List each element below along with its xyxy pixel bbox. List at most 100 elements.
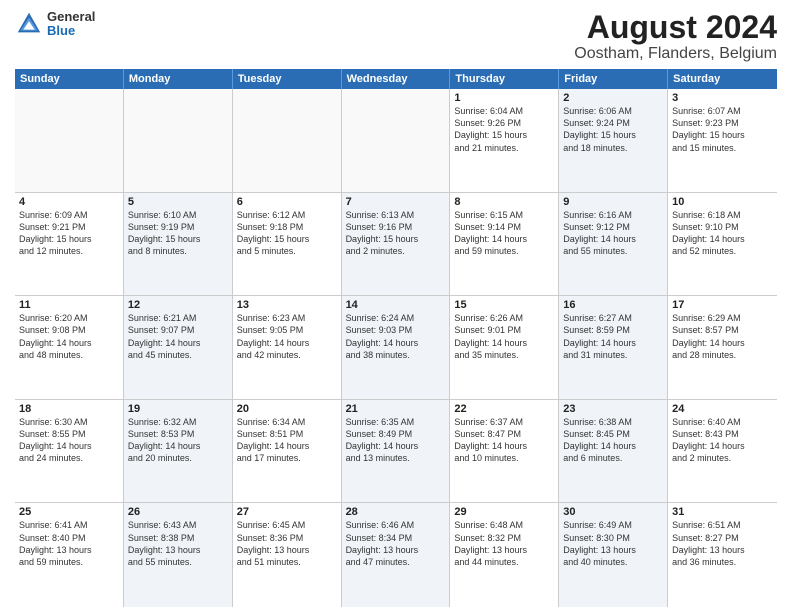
day-number: 15 bbox=[454, 299, 554, 311]
day-number: 31 bbox=[672, 506, 773, 518]
calendar-cell: 3Sunrise: 6:07 AMSunset: 9:23 PMDaylight… bbox=[668, 89, 777, 192]
day-number: 19 bbox=[128, 403, 228, 415]
header: General Blue August 2024 Oostham, Flande… bbox=[15, 10, 777, 63]
calendar-cell: 7Sunrise: 6:13 AMSunset: 9:16 PMDaylight… bbox=[342, 193, 451, 296]
cell-info: Sunrise: 6:37 AMSunset: 8:47 PMDaylight:… bbox=[454, 416, 554, 465]
calendar: SundayMondayTuesdayWednesdayThursdayFrid… bbox=[15, 69, 777, 607]
day-number: 20 bbox=[237, 403, 337, 415]
calendar-cell: 27Sunrise: 6:45 AMSunset: 8:36 PMDayligh… bbox=[233, 503, 342, 607]
logo-general: General bbox=[47, 10, 95, 24]
calendar-body: 1Sunrise: 6:04 AMSunset: 9:26 PMDaylight… bbox=[15, 89, 777, 607]
weekday-header: Friday bbox=[559, 69, 668, 89]
calendar-cell: 11Sunrise: 6:20 AMSunset: 9:08 PMDayligh… bbox=[15, 296, 124, 399]
cell-info: Sunrise: 6:41 AMSunset: 8:40 PMDaylight:… bbox=[19, 519, 119, 568]
cell-info: Sunrise: 6:30 AMSunset: 8:55 PMDaylight:… bbox=[19, 416, 119, 465]
cell-info: Sunrise: 6:13 AMSunset: 9:16 PMDaylight:… bbox=[346, 209, 446, 258]
weekday-header: Monday bbox=[124, 69, 233, 89]
calendar-cell: 21Sunrise: 6:35 AMSunset: 8:49 PMDayligh… bbox=[342, 400, 451, 503]
day-number: 16 bbox=[563, 299, 663, 311]
cell-info: Sunrise: 6:06 AMSunset: 9:24 PMDaylight:… bbox=[563, 105, 663, 154]
calendar-cell: 23Sunrise: 6:38 AMSunset: 8:45 PMDayligh… bbox=[559, 400, 668, 503]
calendar-cell: 16Sunrise: 6:27 AMSunset: 8:59 PMDayligh… bbox=[559, 296, 668, 399]
cell-info: Sunrise: 6:40 AMSunset: 8:43 PMDaylight:… bbox=[672, 416, 773, 465]
cell-info: Sunrise: 6:34 AMSunset: 8:51 PMDaylight:… bbox=[237, 416, 337, 465]
calendar-cell: 1Sunrise: 6:04 AMSunset: 9:26 PMDaylight… bbox=[450, 89, 559, 192]
calendar-cell: 8Sunrise: 6:15 AMSunset: 9:14 PMDaylight… bbox=[450, 193, 559, 296]
cell-info: Sunrise: 6:35 AMSunset: 8:49 PMDaylight:… bbox=[346, 416, 446, 465]
day-number: 5 bbox=[128, 196, 228, 208]
calendar-cell: 22Sunrise: 6:37 AMSunset: 8:47 PMDayligh… bbox=[450, 400, 559, 503]
calendar-cell bbox=[233, 89, 342, 192]
calendar-week: 4Sunrise: 6:09 AMSunset: 9:21 PMDaylight… bbox=[15, 193, 777, 297]
calendar-week: 25Sunrise: 6:41 AMSunset: 8:40 PMDayligh… bbox=[15, 503, 777, 607]
day-number: 18 bbox=[19, 403, 119, 415]
calendar-cell: 26Sunrise: 6:43 AMSunset: 8:38 PMDayligh… bbox=[124, 503, 233, 607]
day-number: 24 bbox=[672, 403, 773, 415]
cell-info: Sunrise: 6:21 AMSunset: 9:07 PMDaylight:… bbox=[128, 312, 228, 361]
calendar-cell bbox=[124, 89, 233, 192]
calendar-cell: 15Sunrise: 6:26 AMSunset: 9:01 PMDayligh… bbox=[450, 296, 559, 399]
cell-info: Sunrise: 6:26 AMSunset: 9:01 PMDaylight:… bbox=[454, 312, 554, 361]
calendar-cell: 5Sunrise: 6:10 AMSunset: 9:19 PMDaylight… bbox=[124, 193, 233, 296]
cell-info: Sunrise: 6:16 AMSunset: 9:12 PMDaylight:… bbox=[563, 209, 663, 258]
logo: General Blue bbox=[15, 10, 95, 39]
day-number: 27 bbox=[237, 506, 337, 518]
day-number: 29 bbox=[454, 506, 554, 518]
page-title: August 2024 bbox=[574, 10, 777, 45]
cell-info: Sunrise: 6:29 AMSunset: 8:57 PMDaylight:… bbox=[672, 312, 773, 361]
calendar-header: SundayMondayTuesdayWednesdayThursdayFrid… bbox=[15, 69, 777, 89]
day-number: 13 bbox=[237, 299, 337, 311]
logo-icon bbox=[15, 10, 43, 38]
day-number: 22 bbox=[454, 403, 554, 415]
calendar-cell: 14Sunrise: 6:24 AMSunset: 9:03 PMDayligh… bbox=[342, 296, 451, 399]
cell-info: Sunrise: 6:20 AMSunset: 9:08 PMDaylight:… bbox=[19, 312, 119, 361]
cell-info: Sunrise: 6:09 AMSunset: 9:21 PMDaylight:… bbox=[19, 209, 119, 258]
day-number: 10 bbox=[672, 196, 773, 208]
day-number: 2 bbox=[563, 92, 663, 104]
cell-info: Sunrise: 6:45 AMSunset: 8:36 PMDaylight:… bbox=[237, 519, 337, 568]
day-number: 6 bbox=[237, 196, 337, 208]
day-number: 12 bbox=[128, 299, 228, 311]
cell-info: Sunrise: 6:48 AMSunset: 8:32 PMDaylight:… bbox=[454, 519, 554, 568]
day-number: 17 bbox=[672, 299, 773, 311]
day-number: 9 bbox=[563, 196, 663, 208]
cell-info: Sunrise: 6:24 AMSunset: 9:03 PMDaylight:… bbox=[346, 312, 446, 361]
calendar-cell: 20Sunrise: 6:34 AMSunset: 8:51 PMDayligh… bbox=[233, 400, 342, 503]
day-number: 1 bbox=[454, 92, 554, 104]
calendar-cell bbox=[15, 89, 124, 192]
day-number: 26 bbox=[128, 506, 228, 518]
calendar-cell: 30Sunrise: 6:49 AMSunset: 8:30 PMDayligh… bbox=[559, 503, 668, 607]
day-number: 3 bbox=[672, 92, 773, 104]
cell-info: Sunrise: 6:38 AMSunset: 8:45 PMDaylight:… bbox=[563, 416, 663, 465]
day-number: 30 bbox=[563, 506, 663, 518]
day-number: 11 bbox=[19, 299, 119, 311]
calendar-cell: 24Sunrise: 6:40 AMSunset: 8:43 PMDayligh… bbox=[668, 400, 777, 503]
calendar-week: 11Sunrise: 6:20 AMSunset: 9:08 PMDayligh… bbox=[15, 296, 777, 400]
day-number: 25 bbox=[19, 506, 119, 518]
title-block: August 2024 Oostham, Flanders, Belgium bbox=[574, 10, 777, 63]
cell-info: Sunrise: 6:07 AMSunset: 9:23 PMDaylight:… bbox=[672, 105, 773, 154]
cell-info: Sunrise: 6:10 AMSunset: 9:19 PMDaylight:… bbox=[128, 209, 228, 258]
cell-info: Sunrise: 6:43 AMSunset: 8:38 PMDaylight:… bbox=[128, 519, 228, 568]
cell-info: Sunrise: 6:51 AMSunset: 8:27 PMDaylight:… bbox=[672, 519, 773, 568]
page: General Blue August 2024 Oostham, Flande… bbox=[0, 0, 792, 612]
cell-info: Sunrise: 6:15 AMSunset: 9:14 PMDaylight:… bbox=[454, 209, 554, 258]
calendar-week: 1Sunrise: 6:04 AMSunset: 9:26 PMDaylight… bbox=[15, 89, 777, 193]
weekday-header: Wednesday bbox=[342, 69, 451, 89]
logo-blue: Blue bbox=[47, 24, 95, 38]
calendar-cell: 4Sunrise: 6:09 AMSunset: 9:21 PMDaylight… bbox=[15, 193, 124, 296]
day-number: 28 bbox=[346, 506, 446, 518]
calendar-cell: 6Sunrise: 6:12 AMSunset: 9:18 PMDaylight… bbox=[233, 193, 342, 296]
calendar-cell: 29Sunrise: 6:48 AMSunset: 8:32 PMDayligh… bbox=[450, 503, 559, 607]
day-number: 7 bbox=[346, 196, 446, 208]
day-number: 23 bbox=[563, 403, 663, 415]
page-subtitle: Oostham, Flanders, Belgium bbox=[574, 45, 777, 63]
calendar-cell: 25Sunrise: 6:41 AMSunset: 8:40 PMDayligh… bbox=[15, 503, 124, 607]
cell-info: Sunrise: 6:32 AMSunset: 8:53 PMDaylight:… bbox=[128, 416, 228, 465]
cell-info: Sunrise: 6:23 AMSunset: 9:05 PMDaylight:… bbox=[237, 312, 337, 361]
calendar-cell: 28Sunrise: 6:46 AMSunset: 8:34 PMDayligh… bbox=[342, 503, 451, 607]
calendar-week: 18Sunrise: 6:30 AMSunset: 8:55 PMDayligh… bbox=[15, 400, 777, 504]
weekday-header: Tuesday bbox=[233, 69, 342, 89]
weekday-header: Sunday bbox=[15, 69, 124, 89]
calendar-cell: 19Sunrise: 6:32 AMSunset: 8:53 PMDayligh… bbox=[124, 400, 233, 503]
